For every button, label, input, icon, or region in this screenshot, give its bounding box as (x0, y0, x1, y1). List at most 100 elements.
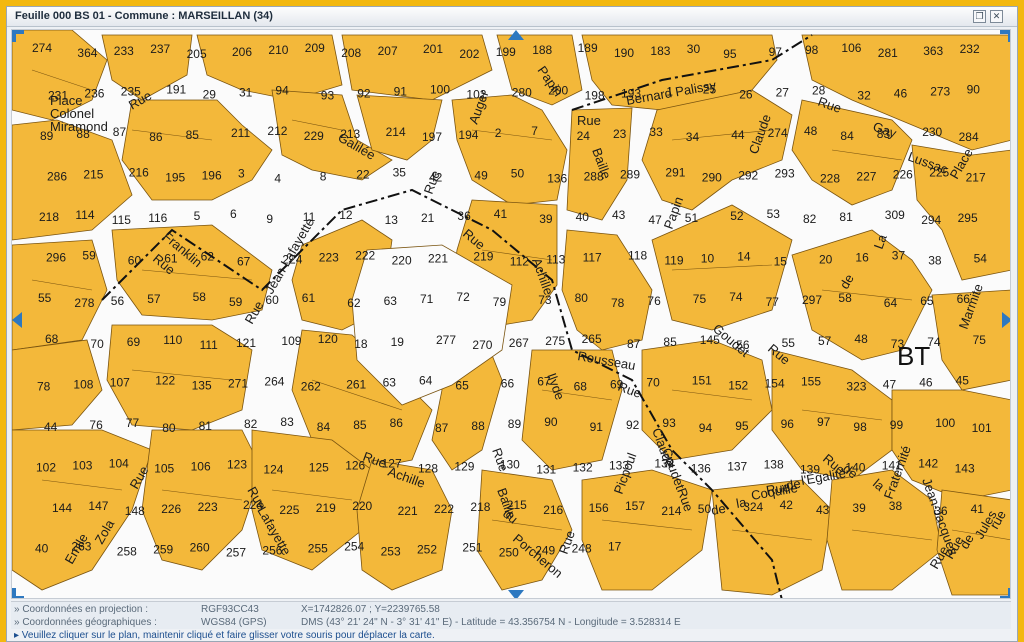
parcel-number[interactable]: 91 (590, 420, 604, 434)
parcel-number[interactable]: 228 (820, 172, 840, 186)
parcel-number[interactable]: 99 (890, 418, 904, 432)
parcel-number[interactable]: 98 (853, 420, 867, 434)
parcel-number[interactable]: 39 (539, 212, 553, 226)
parcel-number[interactable]: 219 (316, 501, 336, 515)
parcel-number[interactable]: 260 (190, 540, 210, 554)
parcel-number[interactable]: 108 (73, 377, 93, 391)
parcel-number[interactable]: 41 (971, 502, 985, 516)
parcel-number[interactable]: 42 (780, 498, 794, 512)
parcel-number[interactable]: 91 (394, 85, 408, 99)
cadastral-map[interactable]: BT Place Colonel Miramond Rue Galilée Rue Auger… (11, 29, 1011, 599)
parcel-number[interactable]: 42 (429, 171, 443, 185)
parcel-number[interactable]: 214 (386, 125, 406, 139)
parcel-number[interactable]: 64 (419, 373, 433, 387)
parcel-number[interactable]: 139 (800, 462, 820, 476)
parcel-number[interactable]: 82 (244, 417, 258, 431)
parcel-number[interactable]: 128 (418, 461, 438, 475)
parcel-number[interactable]: 36 (934, 504, 948, 518)
parcel-number[interactable]: 248 (572, 541, 592, 555)
parcel-number[interactable]: 116 (148, 211, 167, 225)
parcel-number[interactable]: 235 (121, 85, 141, 99)
parcel-number[interactable]: 61 (302, 291, 316, 305)
parcel-number[interactable]: 323 (846, 379, 866, 393)
parcel-number[interactable]: 237 (150, 42, 170, 56)
parcel-number[interactable]: 56 (111, 294, 125, 308)
parcel-number[interactable]: 258 (117, 544, 137, 558)
parcel-number[interactable]: 3 (238, 167, 245, 181)
parcel-number[interactable]: 78 (611, 296, 625, 310)
parcel-number[interactable]: 57 (818, 334, 832, 348)
parcel-number[interactable]: 288 (584, 170, 604, 184)
parcel-number[interactable]: 263 (71, 539, 91, 553)
parcel-number[interactable]: 12 (339, 208, 353, 222)
parcel-number[interactable]: 95 (735, 419, 749, 433)
parcel-number[interactable]: 257 (226, 545, 246, 559)
parcel-number[interactable]: 112 (510, 255, 529, 269)
parcel-number[interactable]: 105 (154, 461, 174, 475)
parcel-number[interactable]: 195 (165, 171, 185, 185)
parcel-number[interactable]: 278 (74, 296, 94, 310)
parcel-number[interactable]: 225 (929, 166, 949, 180)
parcel-number[interactable]: 70 (90, 337, 104, 351)
parcel-number[interactable]: 44 (731, 128, 745, 142)
parcel-number[interactable]: 48 (854, 332, 868, 346)
parcel-number[interactable]: 134 (654, 456, 674, 470)
parcel-number[interactable]: 120 (318, 332, 338, 346)
parcel-number[interactable]: 33 (649, 125, 663, 139)
parcel-number[interactable]: 103 (72, 458, 92, 472)
parcel-number[interactable]: 224 (243, 498, 263, 512)
parcel-number[interactable]: 215 (507, 498, 527, 512)
parcel-number[interactable]: 89 (508, 417, 522, 431)
parcel-number[interactable]: 62 (347, 296, 361, 310)
parcel-number[interactable]: 40 (35, 541, 49, 555)
parcel-number[interactable]: 66 (957, 292, 971, 306)
parcel-number[interactable]: 92 (357, 87, 371, 101)
parcel-number[interactable]: 277 (436, 333, 456, 347)
parcel-number[interactable]: 211 (231, 126, 250, 140)
parcel-number[interactable]: 68 (45, 332, 59, 346)
parcel-number[interactable]: 47 (883, 377, 897, 391)
parcel-number[interactable]: 147 (88, 499, 108, 513)
parcel-number[interactable]: 52 (730, 209, 744, 223)
parcel-number[interactable]: 68 (574, 379, 588, 393)
parcel-number[interactable]: 16 (855, 251, 869, 265)
parcel-number[interactable]: 132 (573, 460, 593, 474)
parcel-number[interactable]: 14 (737, 250, 751, 264)
parcel-number[interactable]: 23 (613, 127, 627, 141)
parcel-number[interactable]: 236 (84, 87, 104, 101)
parcel-number[interactable]: 100 (935, 416, 955, 430)
parcel-number[interactable]: 267 (509, 336, 529, 350)
parcel-number[interactable]: 225 (279, 503, 299, 517)
parcel-number[interactable]: 72 (456, 290, 470, 304)
parcel-number[interactable]: 183 (650, 44, 670, 58)
parcel-number[interactable]: 214 (661, 504, 681, 518)
parcel-number[interactable]: 194 (458, 128, 478, 142)
parcel-number[interactable]: 63 (383, 375, 397, 389)
parcel-number[interactable]: 270 (472, 338, 492, 352)
restore-window-icon[interactable]: ❐ (973, 10, 986, 23)
parcel-number[interactable]: 94 (275, 84, 289, 98)
parcel-number[interactable]: 286 (47, 170, 67, 184)
parcel-number[interactable]: 154 (765, 376, 785, 390)
parcel-number[interactable]: 80 (162, 421, 176, 435)
parcel-number[interactable]: 60 (265, 293, 279, 307)
parcel-number[interactable]: 31 (239, 86, 253, 100)
parcel-number[interactable]: 66 (501, 376, 515, 390)
parcel-number[interactable]: 50 (698, 502, 712, 516)
parcel-number[interactable]: 142 (918, 456, 938, 470)
parcel-number[interactable]: 189 (578, 41, 598, 55)
parcel-number[interactable]: 106 (841, 41, 861, 55)
parcel-number[interactable]: 201 (423, 42, 443, 56)
parcel-number[interactable]: 87 (435, 421, 449, 435)
parcel-number[interactable]: 198 (585, 89, 605, 103)
parcel-number[interactable]: 259 (153, 542, 173, 556)
parcel-number[interactable]: 29 (203, 88, 217, 102)
parcel-number[interactable]: 7 (531, 124, 538, 138)
parcel-number[interactable]: 133 (609, 458, 629, 472)
parcel-number[interactable]: 46 (919, 375, 933, 389)
parcel-number[interactable]: 38 (889, 499, 903, 513)
parcel-number[interactable]: 252 (417, 542, 437, 556)
parcel-number[interactable]: 74 (927, 335, 941, 349)
parcel-number[interactable]: 86 (149, 130, 163, 144)
parcel-number[interactable]: 137 (727, 459, 747, 473)
